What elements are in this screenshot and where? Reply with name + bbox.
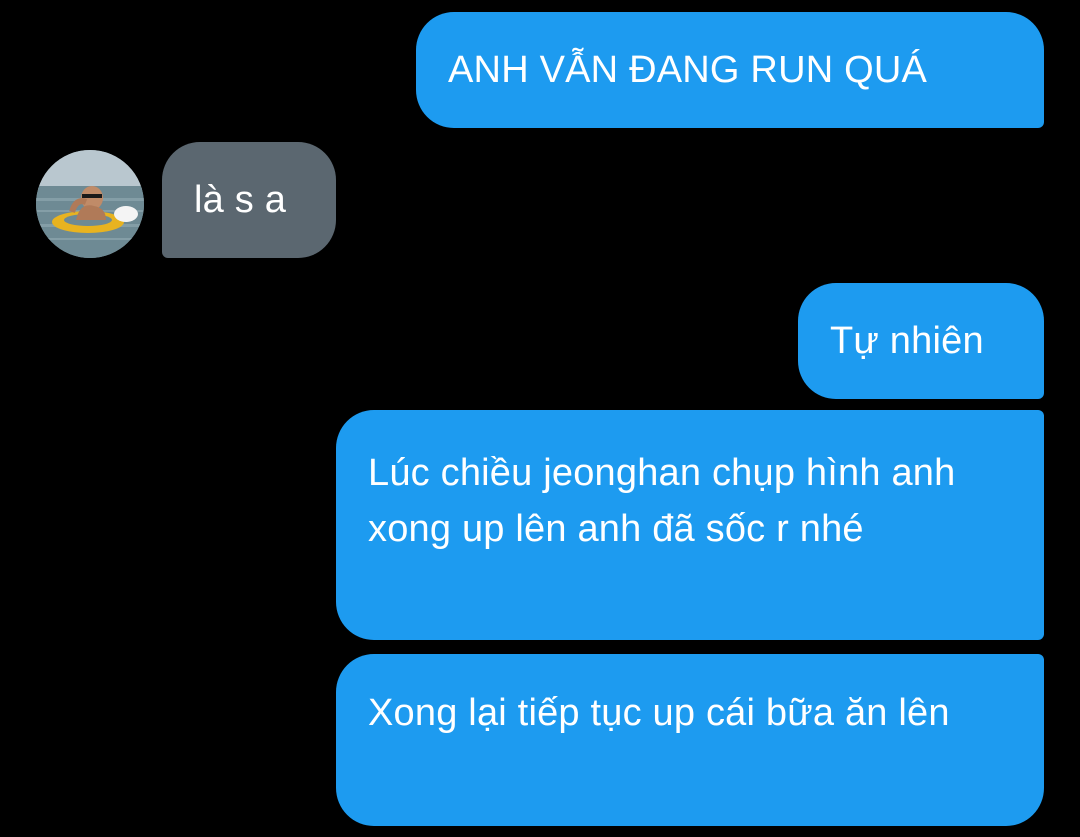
incoming-message-bubble[interactable]: là s a [162, 142, 336, 258]
message-text: Xong lại tiếp tục up cái bữa ăn lên [368, 692, 950, 734]
outgoing-message-bubble[interactable]: Xong lại tiếp tục up cái bữa ăn lên [336, 654, 1044, 826]
message-text: Lúc chiều jeonghan chụp hình anh xong up… [368, 452, 956, 550]
message-text: ANH VẪN ĐANG RUN QUÁ [448, 49, 928, 91]
message-text: Tự nhiên [830, 320, 984, 362]
sender-avatar[interactable] [36, 150, 144, 258]
outgoing-message-bubble[interactable]: Lúc chiều jeonghan chụp hình anh xong up… [336, 410, 1044, 640]
outgoing-message-bubble[interactable]: Tự nhiên [798, 283, 1044, 399]
message-text: là s a [194, 179, 287, 221]
avatar-photo-icon [36, 150, 144, 258]
outgoing-message-bubble[interactable]: ANH VẪN ĐANG RUN QUÁ [416, 12, 1044, 128]
